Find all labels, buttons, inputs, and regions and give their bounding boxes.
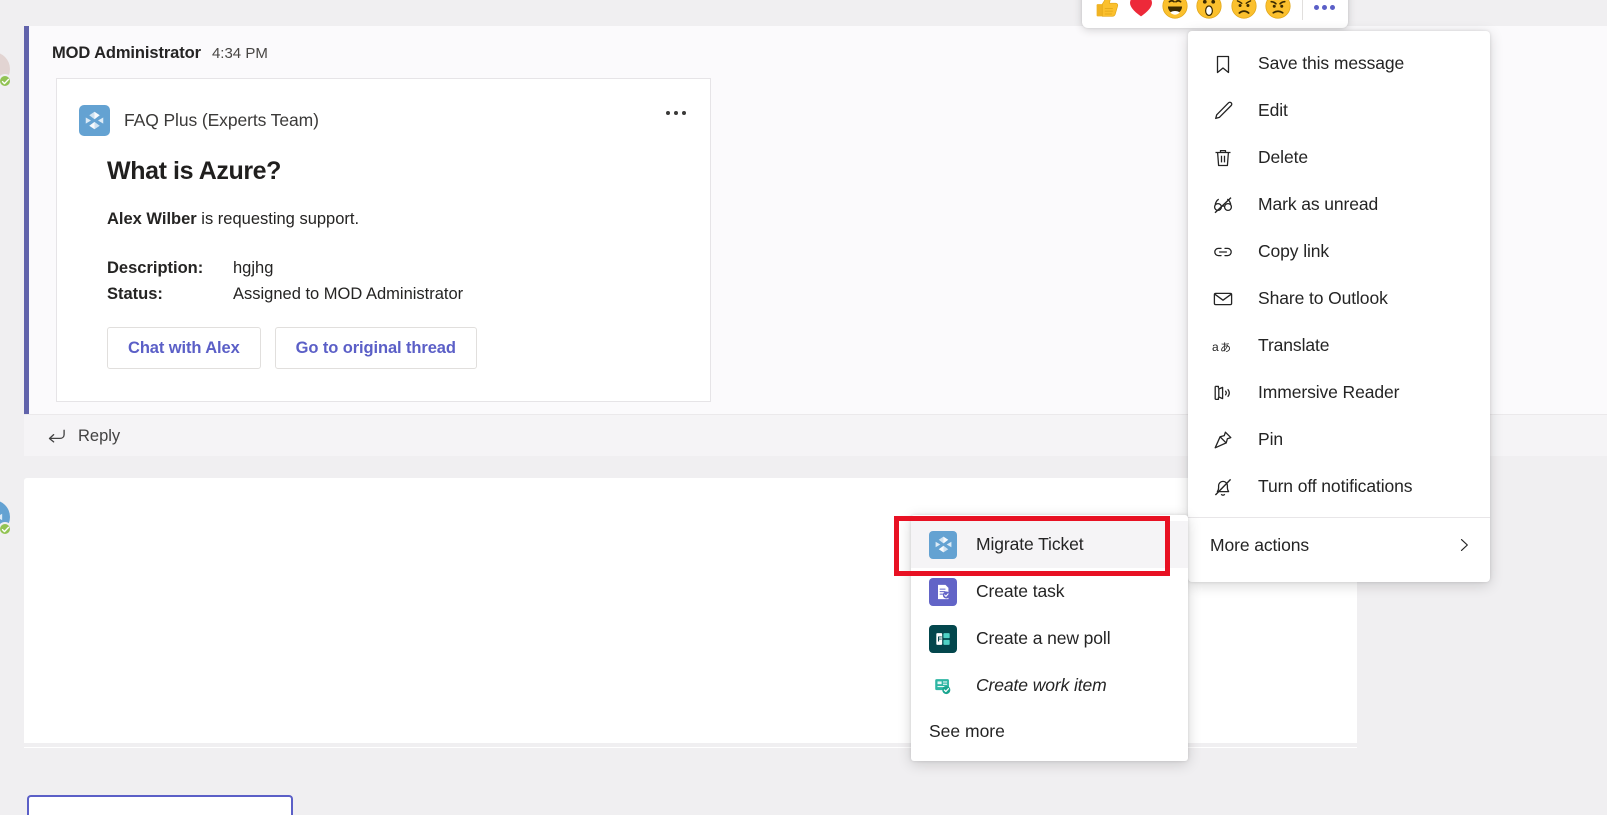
submenu-item-create-task[interactable]: Create task <box>911 568 1188 615</box>
compose-box[interactable] <box>27 795 293 815</box>
menu-item-label: More actions <box>1210 534 1309 555</box>
menu-item-turn-off-notifications[interactable]: Turn off notifications <box>1188 463 1490 510</box>
card-requester-name: Alex Wilber <box>107 210 197 228</box>
envelope-icon <box>1210 286 1236 312</box>
adaptive-card: FAQ Plus (Experts Team) What is Azure? A… <box>56 78 711 402</box>
message-context-menu: Save this message Edit Delete Mark as un… <box>1188 31 1490 582</box>
faq-plus-app-icon <box>79 105 110 136</box>
reaction-bar <box>1082 0 1348 28</box>
submenu-item-migrate-ticket[interactable]: Migrate Ticket <box>911 521 1188 568</box>
menu-item-edit[interactable]: Edit <box>1188 87 1490 134</box>
link-icon <box>1210 239 1236 265</box>
submenu-item-label: Create a new poll <box>976 628 1111 648</box>
faq-plus-app-icon <box>929 530 957 559</box>
check-icon <box>1 78 9 84</box>
menu-item-label: Immersive Reader <box>1258 382 1400 402</box>
glasses-slash-icon <box>1210 192 1236 218</box>
presence-available-badge <box>0 74 12 88</box>
avatar <box>0 52 12 88</box>
go-to-original-thread-button[interactable]: Go to original thread <box>274 327 477 369</box>
translate-icon: a あ <box>1210 333 1236 359</box>
card-more-options-button[interactable] <box>662 101 690 125</box>
menu-item-label: Save this message <box>1258 53 1405 73</box>
message-timestamp: 4:34 PM <box>211 45 268 62</box>
menu-item-share-to-outlook[interactable]: Share to Outlook <box>1188 275 1490 322</box>
immersive-reader-icon <box>1210 380 1236 406</box>
menu-item-mark-as-unread[interactable]: Mark as unread <box>1188 181 1490 228</box>
message-author: MOD Administrator <box>52 44 201 62</box>
reaction-divider <box>1301 0 1303 20</box>
menu-item-label: Delete <box>1258 147 1308 167</box>
svg-text:F: F <box>938 634 943 643</box>
reply-button[interactable]: Reply <box>47 415 120 457</box>
submenu-item-label: Migrate Ticket <box>976 534 1084 554</box>
forms-poll-icon: F <box>929 624 957 653</box>
reply-label: Reply <box>78 426 121 445</box>
card-header: FAQ Plus (Experts Team) <box>79 105 319 136</box>
card-app-name: FAQ Plus (Experts Team) <box>124 110 319 130</box>
more-reactions-button[interactable] <box>1309 0 1340 24</box>
fact-row: Description: hgjhg <box>107 255 463 281</box>
pencil-icon <box>1210 98 1236 124</box>
menu-item-immersive-reader[interactable]: Immersive Reader <box>1188 369 1490 416</box>
fact-key: Status: <box>107 285 163 303</box>
fact-value: hgjhg <box>233 259 274 277</box>
angry-reaction[interactable] <box>1262 0 1294 24</box>
heart-reaction[interactable] <box>1124 0 1156 24</box>
avatar <box>0 500 12 536</box>
card-subtitle-rest: is requesting support. <box>196 210 360 228</box>
menu-item-label: Copy link <box>1258 241 1330 261</box>
check-icon <box>1 526 9 532</box>
more-actions-submenu: Migrate Ticket Create task F Create a ne… <box>911 515 1188 761</box>
thumbs-up-reaction[interactable] <box>1090 0 1122 24</box>
menu-item-label: Mark as unread <box>1258 194 1379 214</box>
card-facts: Description: hgjhg Status: Assigned to M… <box>107 255 463 307</box>
fact-row: Status: Assigned to MOD Administrator <box>107 281 463 307</box>
fact-value: Assigned to MOD Administrator <box>233 285 464 303</box>
card-actions: Chat with Alex Go to original thread <box>107 327 477 369</box>
menu-item-pin[interactable]: Pin <box>1188 416 1490 463</box>
surprised-reaction[interactable] <box>1193 0 1225 24</box>
card-title: What is Azure? <box>107 157 282 185</box>
submenu-see-more-button[interactable]: See more <box>911 709 1188 753</box>
reply-arrow-icon <box>48 429 65 443</box>
menu-item-more-actions[interactable]: More actions <box>1188 518 1490 572</box>
planner-task-icon <box>929 577 957 606</box>
svg-text:あ: あ <box>1220 341 1231 354</box>
menu-item-label: Translate <box>1258 335 1330 355</box>
menu-item-label: Edit <box>1258 100 1288 120</box>
submenu-item-label: Create work item <box>976 675 1107 695</box>
sad-reaction[interactable] <box>1228 0 1260 24</box>
message-header: MOD Administrator 4:34 PM <box>52 44 268 63</box>
teams-message-view: MOD Administrator 4:34 PM FAQ Plus (Expe… <box>0 0 1607 815</box>
chevron-right-icon <box>1454 535 1474 555</box>
menu-item-label: Share to Outlook <box>1258 288 1388 308</box>
svg-text:a: a <box>1212 340 1219 354</box>
bell-slash-icon <box>1210 474 1236 500</box>
menu-item-copy-link[interactable]: Copy link <box>1188 228 1490 275</box>
menu-item-translate[interactable]: a あ Translate <box>1188 322 1490 369</box>
menu-item-label: Pin <box>1258 429 1283 449</box>
chat-with-alex-button[interactable]: Chat with Alex <box>107 327 261 369</box>
menu-item-save-this-message[interactable]: Save this message <box>1188 40 1490 87</box>
menu-item-delete[interactable]: Delete <box>1188 134 1490 181</box>
submenu-item-create-work-item[interactable]: Create work item <box>911 662 1188 709</box>
pin-icon <box>1210 427 1236 453</box>
work-item-icon <box>929 672 957 700</box>
card-subtitle: Alex Wilber is requesting support. <box>107 210 359 229</box>
fact-key: Description: <box>107 259 204 277</box>
submenu-item-label: Create task <box>976 581 1065 601</box>
bookmark-icon <box>1210 51 1236 77</box>
presence-available-badge <box>0 522 12 536</box>
laugh-reaction[interactable] <box>1159 0 1191 24</box>
menu-item-label: Turn off notifications <box>1258 476 1413 496</box>
trash-icon <box>1210 145 1236 171</box>
submenu-item-create-a-new-poll[interactable]: F Create a new poll <box>911 615 1188 662</box>
